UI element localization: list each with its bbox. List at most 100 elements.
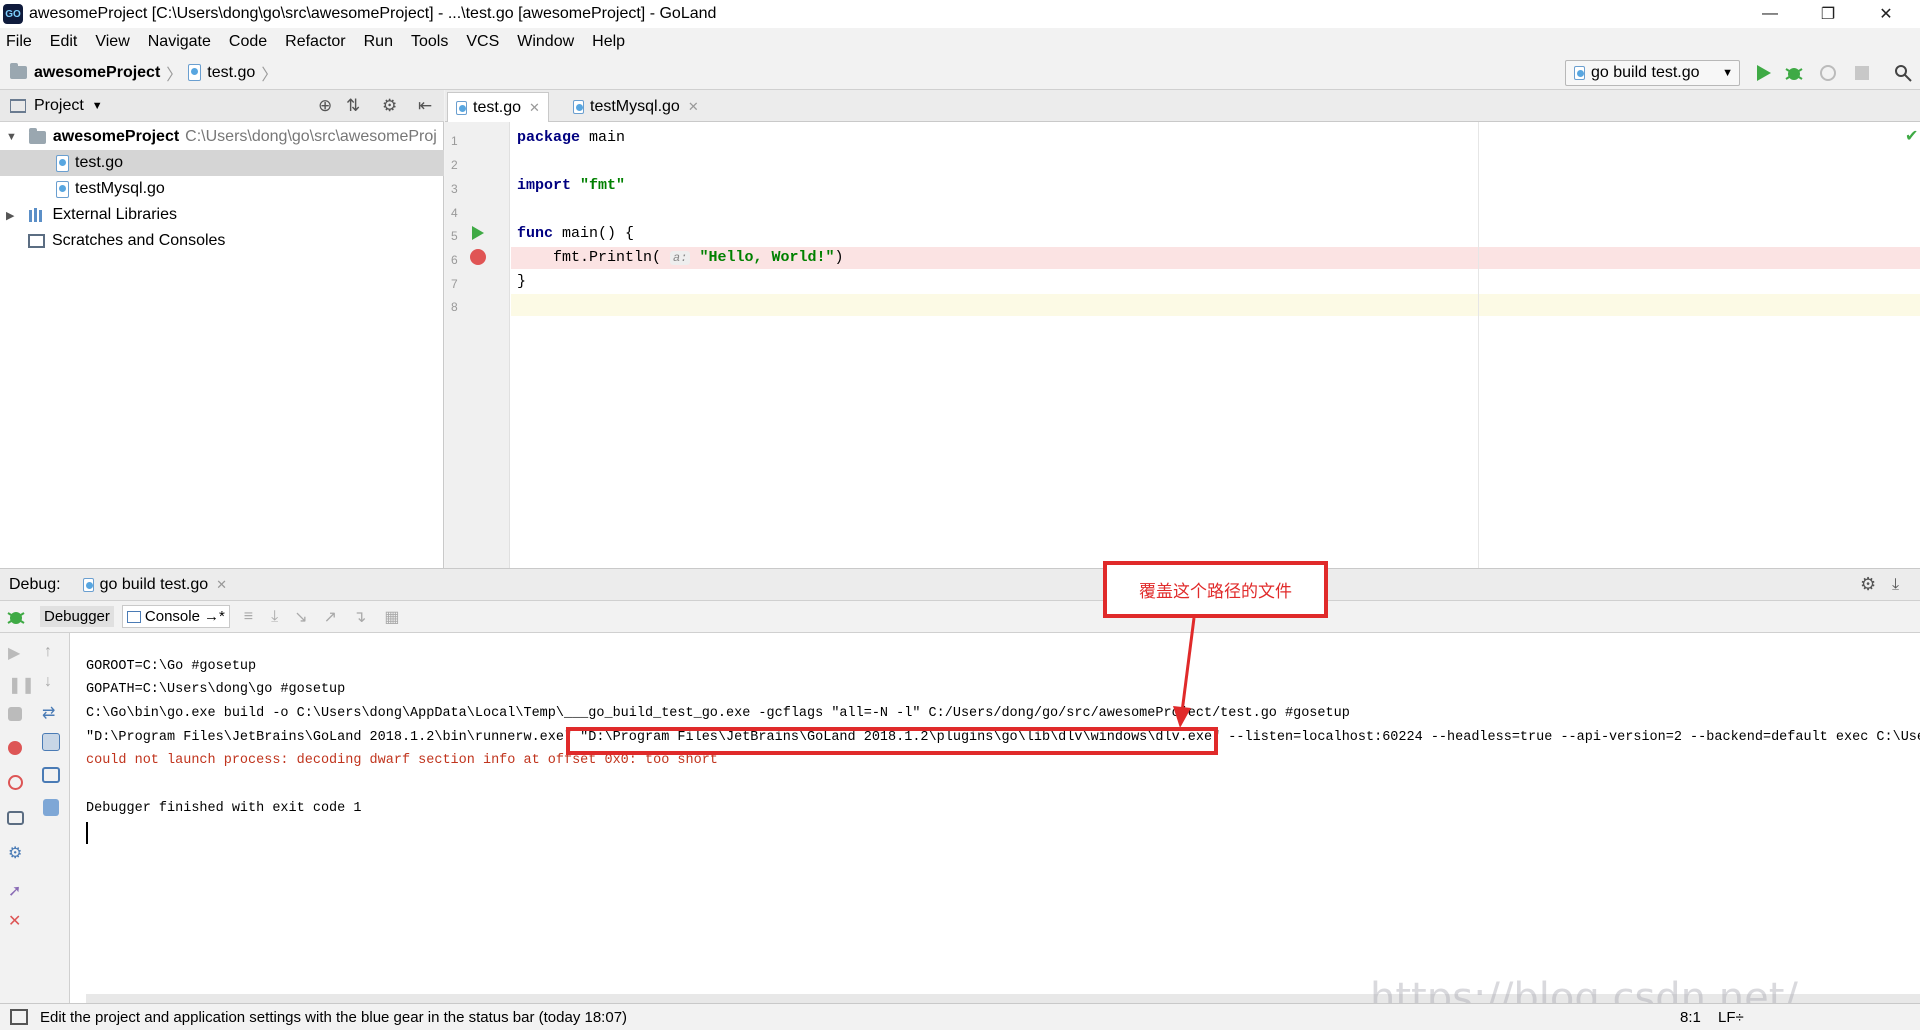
- tree-item-label: testMysql.go: [75, 180, 165, 197]
- menu-navigate[interactable]: Navigate: [148, 33, 211, 51]
- string-literal: "fmt": [580, 177, 626, 194]
- menu-refactor[interactable]: Refactor: [285, 33, 345, 51]
- parameter-hint: a:: [670, 251, 691, 265]
- menu-tools[interactable]: Tools: [411, 33, 448, 51]
- run-icon[interactable]: [1752, 62, 1774, 84]
- pin-icon[interactable]: ➚: [8, 881, 28, 900]
- console-line: Debugger finished with exit code 1: [86, 801, 362, 816]
- view-breakpoints-icon[interactable]: [8, 741, 22, 755]
- gear-icon[interactable]: ⚙: [8, 843, 28, 862]
- gear-icon[interactable]: ⚙: [1860, 574, 1876, 595]
- step-over-icon[interactable]: ⤓: [271, 608, 278, 626]
- tree-item-label: External Libraries: [52, 206, 177, 223]
- tree-external-libraries[interactable]: ▶ External Libraries: [0, 202, 444, 228]
- close-window-button[interactable]: ✕: [1858, 0, 1914, 28]
- chevron-down-icon[interactable]: ▼: [6, 131, 17, 143]
- breakpoint-icon[interactable]: [469, 248, 487, 266]
- project-panel-title[interactable]: Project: [34, 97, 84, 115]
- project-panel-header: Project ▼ ⊕ ⇅ ⚙ ⇤: [0, 90, 444, 122]
- annotation-highlight-box: [566, 727, 1218, 755]
- minimize-button[interactable]: —: [1742, 0, 1798, 28]
- tab-testmysql-go[interactable]: testMysql.go ✕: [565, 92, 707, 122]
- goland-app-icon: GO: [3, 4, 23, 24]
- up-arrow-icon[interactable]: ↑: [44, 643, 64, 661]
- breadcrumb-project-label: awesomeProject: [34, 63, 161, 81]
- debug-icon[interactable]: [1783, 62, 1805, 84]
- search-icon[interactable]: [1892, 62, 1914, 84]
- tree-root-path: C:\Users\dong\go\src\awesomeProj: [185, 128, 437, 145]
- code-line-6[interactable]: fmt.Println( a: "Hello, World!"): [517, 247, 844, 269]
- menu-window[interactable]: Window: [517, 33, 574, 51]
- tool-windows-icon[interactable]: [10, 1009, 28, 1025]
- evaluate-expression-icon[interactable]: ▦: [384, 607, 399, 627]
- tab-console-label: Console: [144, 608, 200, 625]
- gear-icon[interactable]: ⚙: [382, 96, 397, 116]
- breadcrumb-file[interactable]: test.go: [188, 64, 255, 82]
- pause-icon[interactable]: ❚❚: [8, 675, 35, 694]
- hide-panel-icon[interactable]: ⇤: [418, 96, 432, 116]
- caret-line-highlight: [511, 294, 1920, 316]
- menu-view[interactable]: View: [95, 33, 129, 51]
- code-line-7[interactable]: }: [517, 271, 526, 293]
- tab-debugger[interactable]: Debugger: [40, 606, 114, 627]
- menu-file[interactable]: File: [6, 33, 32, 51]
- tree-item-testmysql-go[interactable]: testMysql.go: [0, 176, 444, 202]
- close-tab-icon[interactable]: ✕: [529, 100, 540, 116]
- close-tab-icon[interactable]: ✕: [216, 577, 227, 593]
- code-line-1[interactable]: package main: [517, 127, 625, 149]
- breadcrumb-project[interactable]: awesomeProject: [0, 63, 161, 82]
- stop-icon[interactable]: [8, 707, 22, 721]
- code-line-5[interactable]: func main() {: [517, 223, 634, 245]
- code-line-3[interactable]: import "fmt": [517, 175, 625, 197]
- scratches-icon: [28, 234, 45, 248]
- run-configuration-label: go build test.go: [1591, 64, 1700, 81]
- down-arrow-icon[interactable]: ↓: [44, 673, 64, 691]
- menu-vcs[interactable]: VCS: [466, 33, 499, 51]
- line-number: 7: [451, 277, 458, 291]
- show-execution-point-icon[interactable]: ≡: [244, 608, 253, 626]
- step-into-icon[interactable]: ↘: [294, 607, 307, 627]
- hide-panel-icon[interactable]: ⤓: [1892, 576, 1899, 594]
- restore-button[interactable]: ❐: [1800, 0, 1856, 28]
- editor-area: test.go ✕ testMysql.go ✕ 1 2 3 4 5 6 7 8…: [445, 90, 1920, 568]
- tree-item-label: test.go: [75, 154, 124, 171]
- keyword: package: [517, 129, 581, 146]
- keyword: func: [517, 225, 554, 242]
- tab-label: testMysql.go: [590, 98, 680, 115]
- step-out-icon[interactable]: ↗: [324, 607, 337, 627]
- mute-breakpoints-icon[interactable]: [8, 775, 23, 790]
- collapse-all-icon[interactable]: ⇅: [346, 96, 360, 116]
- scroll-to-end-icon[interactable]: [42, 733, 60, 751]
- run-to-cursor-icon[interactable]: ↴: [353, 607, 366, 627]
- tab-console[interactable]: Console →*: [121, 605, 230, 628]
- debug-side-toolbar: ▶ ❚❚ ⚙ ➚ ✕ ↑ ↓ ⇄: [0, 633, 70, 1004]
- menu-code[interactable]: Code: [229, 33, 267, 51]
- run-gutter-icon[interactable]: [471, 225, 485, 241]
- restore-layout-icon[interactable]: [7, 811, 24, 825]
- menu-help[interactable]: Help: [592, 33, 625, 51]
- tab-test-go[interactable]: test.go ✕: [447, 92, 549, 122]
- chevron-down-icon[interactable]: ▼: [92, 100, 103, 112]
- close-tab-icon[interactable]: ✕: [688, 99, 699, 115]
- clear-all-icon[interactable]: [43, 799, 59, 816]
- caret-position[interactable]: 8:1: [1680, 1009, 1701, 1026]
- run-configuration-dropdown[interactable]: go build test.go ▼: [1565, 60, 1740, 86]
- print-icon[interactable]: [42, 767, 60, 783]
- debug-session-tab[interactable]: go build test.go: [100, 576, 209, 594]
- resume-icon[interactable]: ▶: [8, 643, 28, 662]
- check-icon: ✔: [1905, 128, 1919, 145]
- line-separator[interactable]: LF÷: [1718, 1009, 1744, 1026]
- tree-root-awesomeproject[interactable]: ▼ awesomeProject C:\Users\dong\go\src\aw…: [0, 124, 444, 150]
- debug-toolbar: Debugger Console →* ≡ ⤓ ↘ ↗ ↴ ▦: [0, 601, 1920, 633]
- tree-scratches[interactable]: Scratches and Consoles: [0, 228, 444, 254]
- console-caret: [86, 822, 88, 844]
- tree-item-test-go[interactable]: test.go: [0, 150, 444, 176]
- menu-edit[interactable]: Edit: [50, 33, 78, 51]
- close-icon[interactable]: ✕: [8, 911, 28, 930]
- soft-wrap-icon[interactable]: ⇄: [42, 703, 62, 722]
- coverage-icon[interactable]: [1817, 62, 1839, 84]
- menu-run[interactable]: Run: [364, 33, 393, 51]
- locate-icon[interactable]: ⊕: [318, 96, 332, 116]
- chevron-right-icon[interactable]: ▶: [6, 209, 14, 222]
- stop-icon[interactable]: [1851, 62, 1873, 84]
